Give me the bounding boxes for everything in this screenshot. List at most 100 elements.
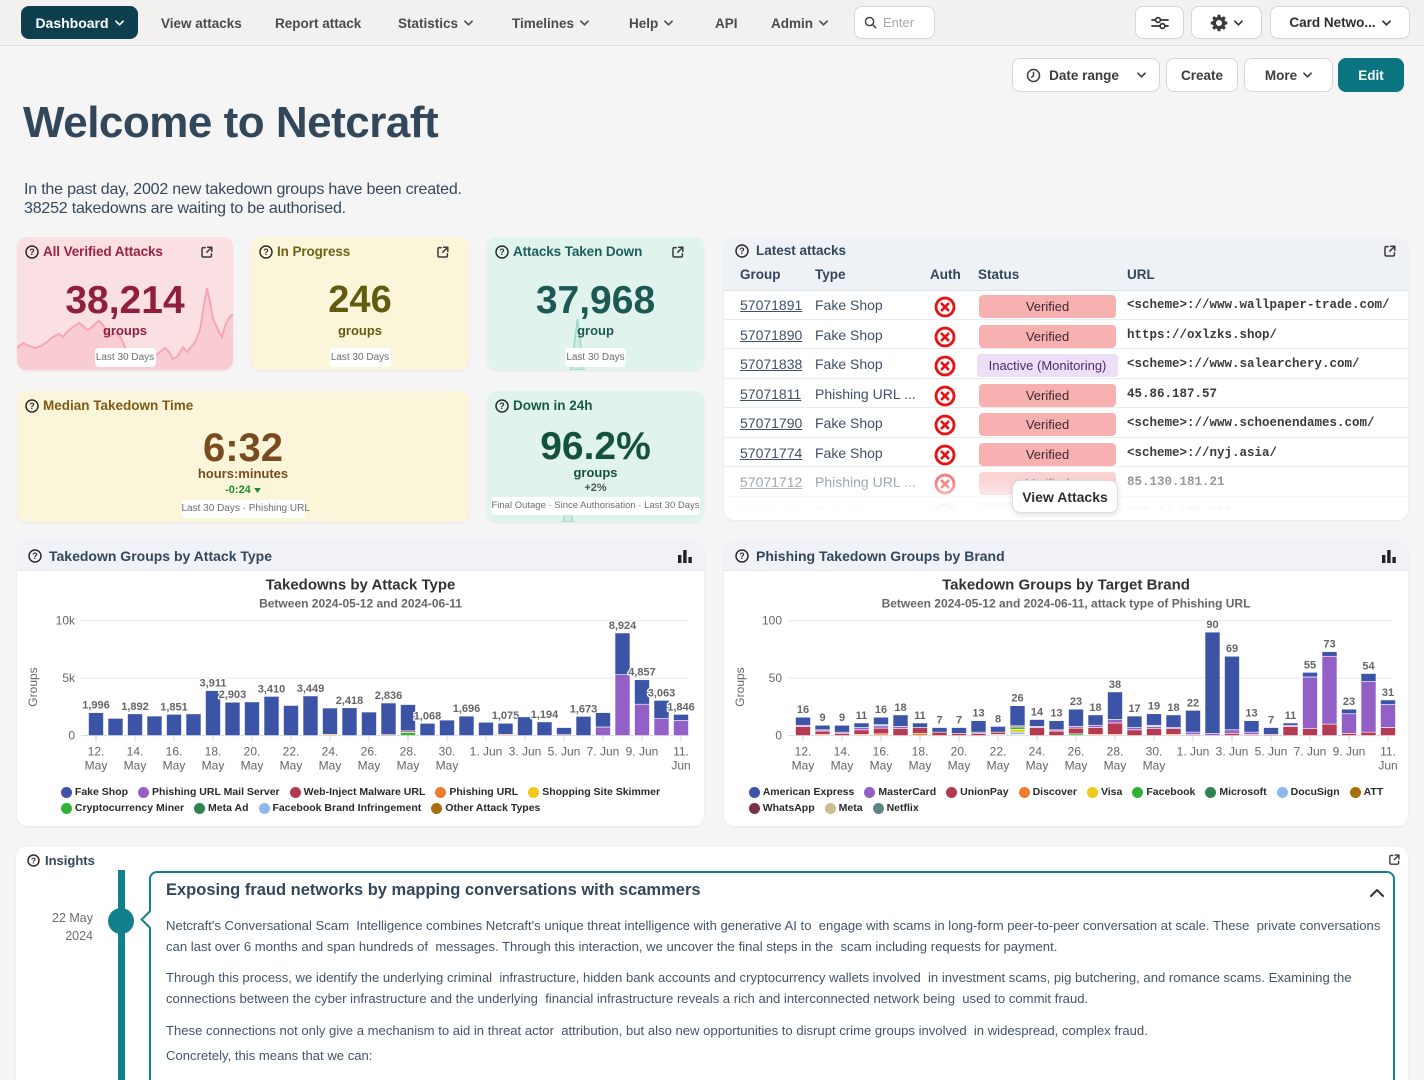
svg-text:7. Jun: 7. Jun [1294, 745, 1327, 759]
svg-text:31: 31 [1382, 687, 1394, 699]
svg-text:18: 18 [894, 702, 906, 714]
svg-text:3,911: 3,911 [200, 678, 227, 690]
svg-text:May: May [280, 759, 303, 773]
svg-text:?: ? [263, 247, 268, 257]
svg-text:5k: 5k [62, 671, 76, 685]
svg-text:May: May [397, 759, 420, 773]
svg-text:18: 18 [1167, 702, 1179, 714]
svg-text:100: 100 [762, 614, 782, 628]
svg-text:22: 22 [1187, 697, 1199, 709]
svg-text:9. Jun: 9. Jun [626, 745, 659, 759]
svg-text:3. Jun: 3. Jun [509, 745, 542, 759]
svg-text:14: 14 [1031, 707, 1044, 719]
svg-text:May: May [792, 759, 815, 773]
svg-text:3,063: 3,063 [648, 687, 676, 699]
svg-text:7: 7 [936, 715, 942, 727]
svg-text:2,836: 2,836 [375, 690, 403, 702]
svg-text:16: 16 [875, 704, 887, 716]
svg-text:1,673: 1,673 [570, 703, 598, 715]
svg-text:Between 2024-05-12 and 2024-06: Between 2024-05-12 and 2024-06-11 [259, 597, 462, 611]
svg-text:8: 8 [995, 713, 1001, 725]
svg-text:30.: 30. [439, 745, 456, 759]
svg-text:?: ? [29, 401, 34, 411]
svg-text:Jun: Jun [671, 759, 690, 773]
svg-text:11: 11 [914, 710, 926, 722]
svg-text:12.: 12. [88, 745, 105, 759]
svg-text:?: ? [499, 247, 504, 257]
svg-text:7: 7 [1268, 715, 1274, 727]
svg-text:20.: 20. [244, 745, 261, 759]
svg-text:1,996: 1,996 [82, 700, 110, 712]
svg-text:18.: 18. [912, 745, 929, 759]
svg-text:2,903: 2,903 [219, 689, 247, 701]
svg-text:2,418: 2,418 [336, 695, 364, 707]
svg-text:?: ? [32, 551, 37, 561]
svg-text:11: 11 [1285, 710, 1297, 722]
svg-text:1,892: 1,892 [121, 701, 149, 713]
svg-text:3. Jun: 3. Jun [1216, 745, 1249, 759]
svg-text:?: ? [739, 551, 744, 561]
svg-text:May: May [1065, 759, 1088, 773]
svg-text:1. Jun: 1. Jun [470, 745, 503, 759]
svg-text:May: May [909, 759, 932, 773]
svg-text:5. Jun: 5. Jun [1255, 745, 1288, 759]
svg-text:12.: 12. [795, 745, 812, 759]
svg-text:9. Jun: 9. Jun [1333, 745, 1366, 759]
svg-text:9: 9 [819, 712, 825, 724]
svg-text:19: 19 [1148, 701, 1160, 713]
svg-text:May: May [202, 759, 225, 773]
svg-text:Groups: Groups [733, 667, 747, 706]
svg-text:May: May [85, 759, 108, 773]
svg-text:5. Jun: 5. Jun [548, 745, 581, 759]
svg-text:23: 23 [1070, 696, 1082, 708]
svg-text:26.: 26. [1068, 745, 1085, 759]
svg-text:22.: 22. [990, 745, 1007, 759]
svg-text:73: 73 [1323, 639, 1335, 651]
svg-text:May: May [319, 759, 342, 773]
svg-text:4,857: 4,857 [628, 667, 656, 679]
svg-text:3,410: 3,410 [258, 683, 286, 695]
svg-text:1,075: 1,075 [492, 710, 520, 722]
svg-text:?: ? [739, 246, 744, 256]
svg-text:14.: 14. [127, 745, 144, 759]
svg-text:7: 7 [956, 715, 962, 727]
svg-text:1,068: 1,068 [414, 710, 442, 722]
svg-text:May: May [436, 759, 459, 773]
svg-text:30.: 30. [1146, 745, 1163, 759]
svg-text:10k: 10k [56, 614, 76, 628]
svg-text:11.: 11. [673, 745, 689, 759]
svg-text:16.: 16. [873, 745, 890, 759]
svg-text:38: 38 [1109, 679, 1121, 691]
svg-text:May: May [1026, 759, 1049, 773]
svg-text:Takedowns by Attack Type: Takedowns by Attack Type [266, 577, 456, 594]
svg-text:0: 0 [68, 729, 75, 743]
svg-text:18: 18 [1089, 702, 1101, 714]
svg-text:13: 13 [972, 708, 984, 720]
svg-text:May: May [831, 759, 854, 773]
svg-text:9: 9 [839, 712, 845, 724]
svg-text:90: 90 [1206, 619, 1218, 631]
svg-text:May: May [948, 759, 971, 773]
svg-text:24.: 24. [322, 745, 339, 759]
svg-text:28.: 28. [400, 745, 417, 759]
svg-text:28.: 28. [1107, 745, 1124, 759]
svg-text:May: May [241, 759, 264, 773]
svg-text:16: 16 [797, 704, 809, 716]
svg-text:May: May [1143, 759, 1166, 773]
svg-text:?: ? [29, 247, 34, 257]
svg-text:23: 23 [1343, 696, 1355, 708]
svg-text:17: 17 [1128, 703, 1140, 715]
svg-text:1,846: 1,846 [667, 701, 695, 713]
svg-text:May: May [124, 759, 147, 773]
svg-text:26: 26 [1011, 693, 1023, 705]
svg-text:20.: 20. [951, 745, 968, 759]
svg-text:1,194: 1,194 [531, 709, 559, 721]
svg-text:26.: 26. [361, 745, 378, 759]
svg-text:54: 54 [1362, 661, 1375, 673]
svg-text:13: 13 [1245, 708, 1257, 720]
svg-text:13: 13 [1050, 708, 1062, 720]
svg-text:Takedown Groups by Target Bran: Takedown Groups by Target Brand [942, 577, 1190, 594]
svg-text:?: ? [499, 401, 504, 411]
svg-text:May: May [358, 759, 381, 773]
svg-text:1. Jun: 1. Jun [1177, 745, 1210, 759]
